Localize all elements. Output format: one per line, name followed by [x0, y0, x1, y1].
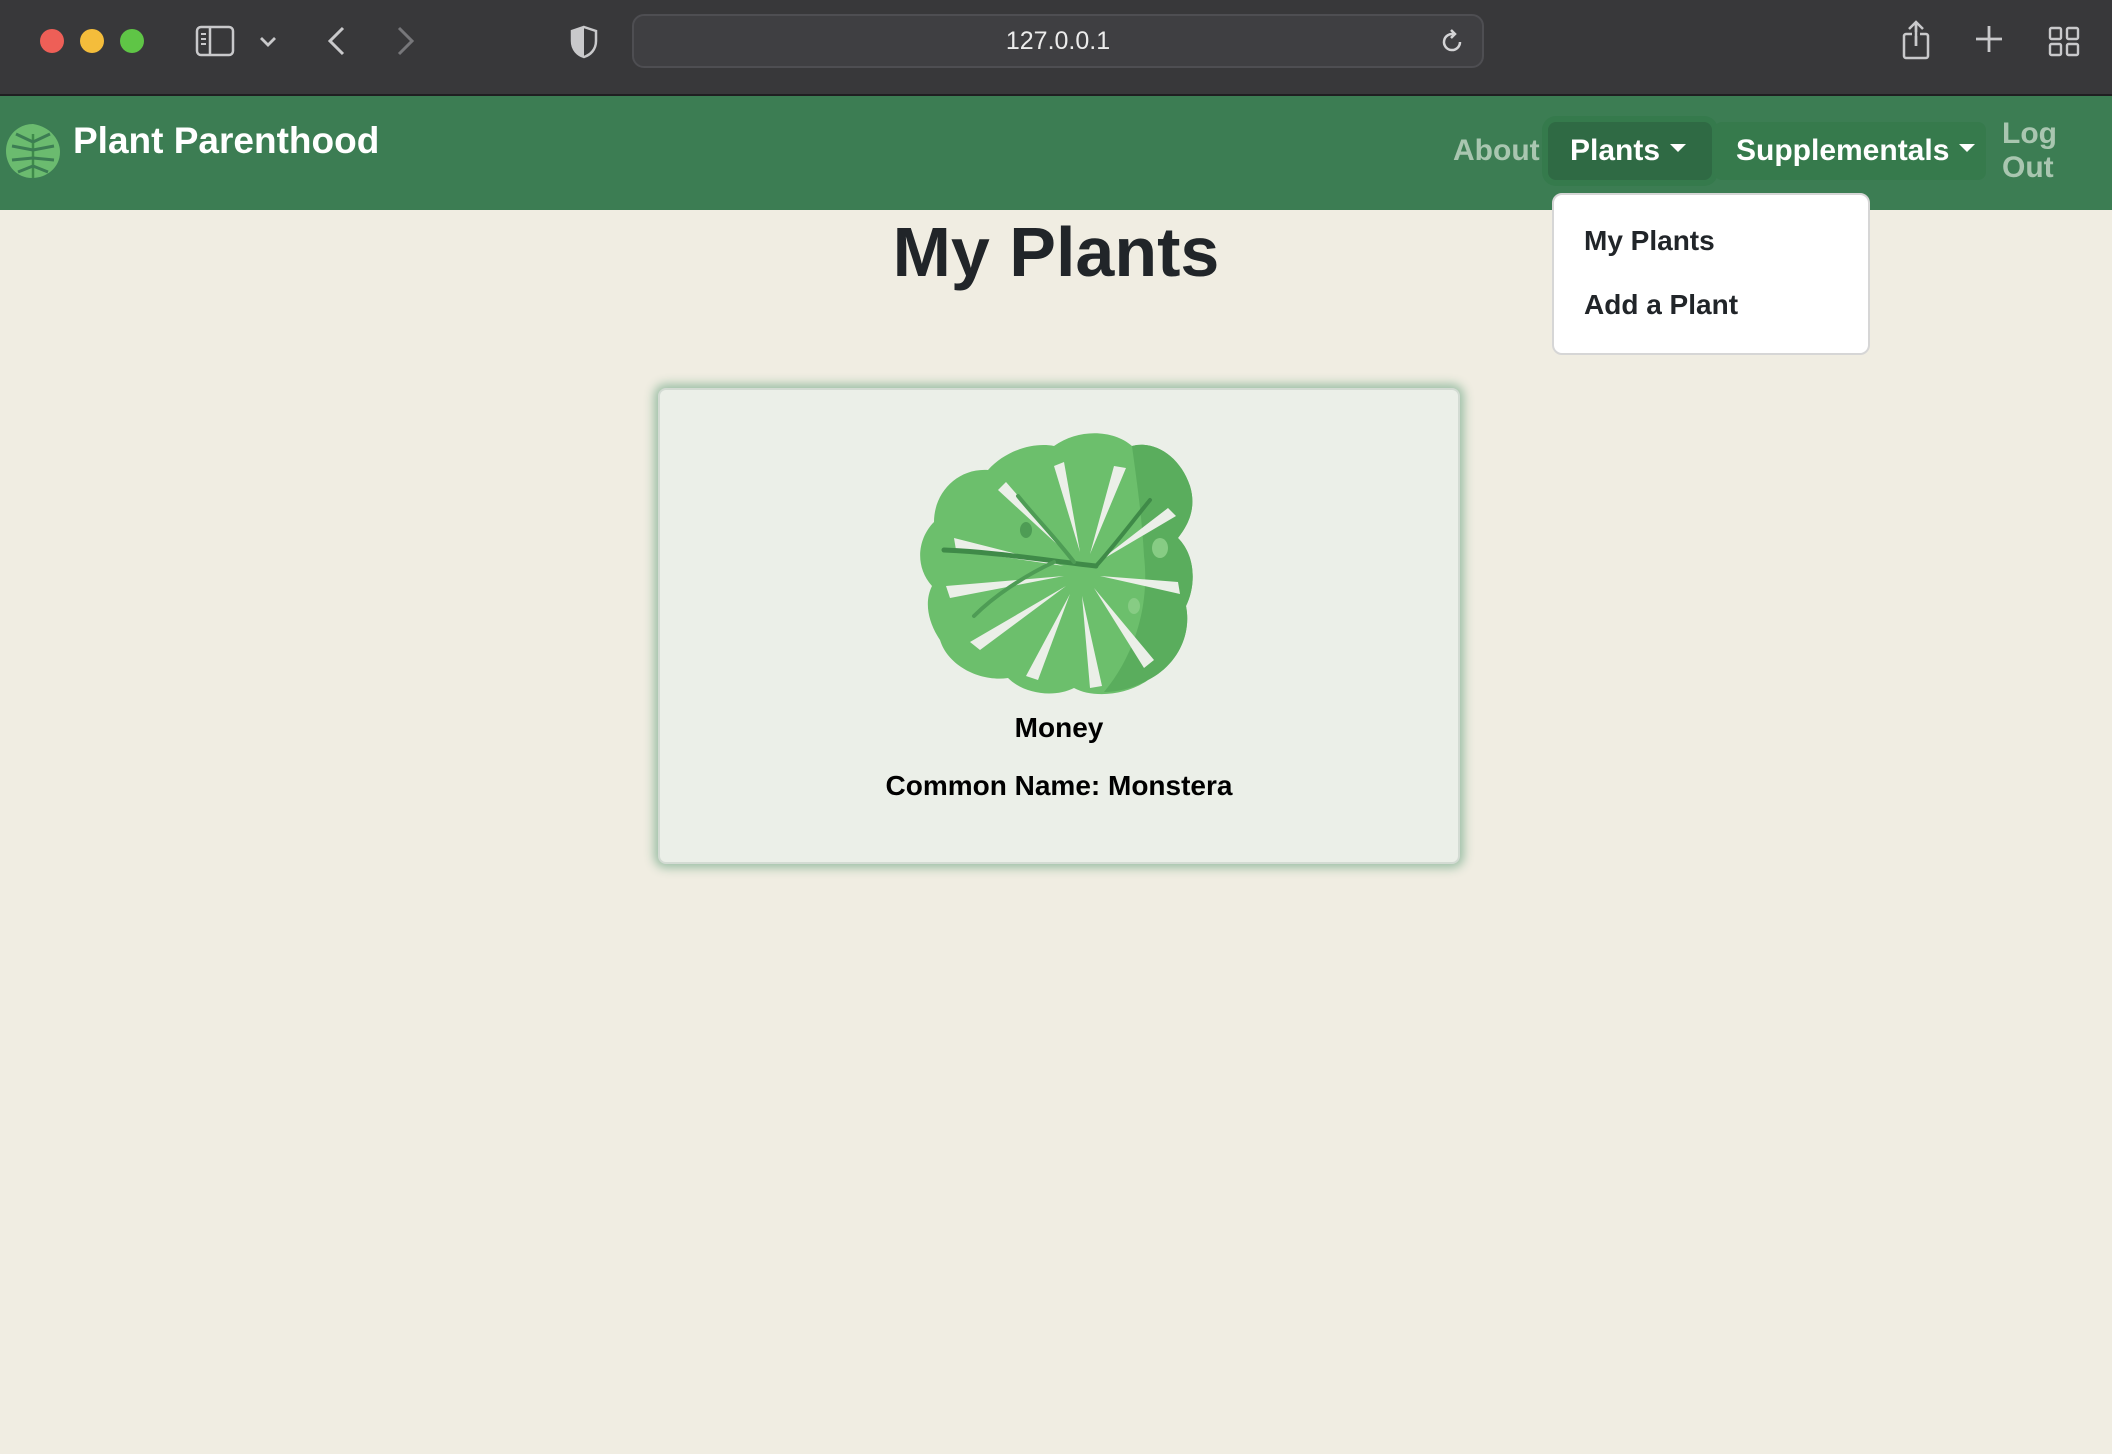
nav-supplementals-label: Supplementals — [1736, 134, 1950, 167]
close-window-button[interactable] — [40, 29, 64, 53]
brand-name[interactable]: Plant Parenthood — [73, 120, 379, 162]
nav-plants-dropdown[interactable]: Plants — [1548, 122, 1712, 180]
caret-down-icon — [1670, 144, 1687, 152]
zoom-window-button[interactable] — [120, 29, 144, 53]
brand-logo-leaf-icon[interactable] — [2, 120, 64, 182]
plant-common-name: Common Name: Monstera — [885, 770, 1233, 801]
plant-name[interactable]: Money — [660, 712, 1458, 744]
nav-logout-link[interactable]: Log Out — [1982, 117, 2112, 184]
address-bar[interactable]: 127.0.0.1 — [632, 14, 1484, 68]
plant-card[interactable]: Money Common Name: Monstera — [658, 388, 1460, 864]
plus-icon[interactable] — [1972, 22, 2006, 56]
reload-icon[interactable] — [1436, 26, 1468, 58]
url-text: 127.0.0.1 — [1005, 26, 1111, 55]
shield-icon[interactable] — [566, 22, 602, 62]
nav-plants-label: Plants — [1570, 134, 1661, 167]
chevron-down-icon[interactable] — [250, 28, 286, 54]
sidebar-icon[interactable] — [194, 24, 236, 58]
browser-toolbar: 127.0.0.1 — [0, 0, 2112, 96]
share-icon[interactable] — [1898, 18, 1934, 62]
forward-icon[interactable] — [388, 22, 424, 60]
caret-down-icon — [1959, 144, 1976, 152]
page-title: My Plants — [892, 213, 1220, 291]
monstera-leaf-icon — [914, 426, 1206, 702]
nav-supplementals-dropdown[interactable]: Supplementals — [1714, 122, 1986, 180]
back-icon[interactable] — [318, 22, 354, 60]
nav-about-link[interactable]: About — [1433, 122, 1560, 180]
dropdown-item-add-plant[interactable]: Add a Plant — [1584, 289, 1738, 321]
nav-logout-label: Log Out — [2002, 117, 2057, 184]
nav-about-label: About — [1453, 134, 1540, 167]
tab-overview-icon[interactable] — [2046, 24, 2082, 58]
minimize-window-button[interactable] — [80, 29, 104, 53]
